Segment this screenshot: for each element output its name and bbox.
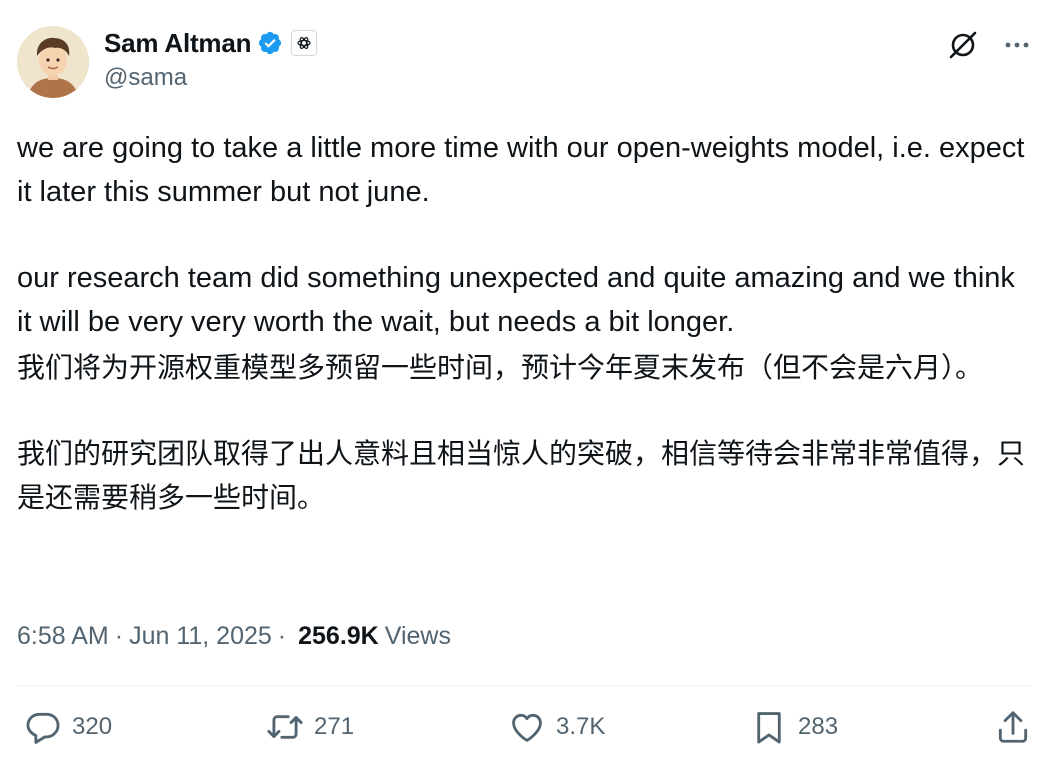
divider xyxy=(17,685,1032,686)
reply-icon xyxy=(26,712,60,744)
avatar-illustration xyxy=(17,26,89,98)
name-row: Sam Altman xyxy=(104,26,318,60)
author-block: Sam Altman @sama xyxy=(104,26,318,92)
tweet-text: we are going to take a little more time … xyxy=(17,126,1029,520)
openai-org-icon[interactable] xyxy=(291,30,318,56)
like-button[interactable]: 3.7K xyxy=(508,708,605,746)
like-count: 3.7K xyxy=(556,713,606,740)
meta-separator: · xyxy=(114,621,124,650)
author-handle[interactable]: @sama xyxy=(104,64,317,92)
tweet-paragraph-zh-2: 我们的研究团队取得了出人意料且相当惊人的突破，相信等待会非常非常值得，只是还需要… xyxy=(17,437,1026,514)
reply-button[interactable]: 320 xyxy=(24,708,112,746)
share-button[interactable] xyxy=(994,708,1032,746)
tweet-paragraph-en-2: our research team did something unexpect… xyxy=(17,262,1023,338)
action-bar: 320 271 3.7K 283 xyxy=(24,704,1032,754)
tweet-time[interactable]: 6:58 AM xyxy=(17,622,109,651)
bookmark-icon xyxy=(757,712,781,744)
views-label: Views xyxy=(384,621,451,650)
share-icon xyxy=(998,711,1028,743)
retweet-count: 271 xyxy=(314,713,355,740)
author-name[interactable]: Sam Altman xyxy=(104,28,252,59)
tweet-paragraph-en-1: we are going to take a little more time … xyxy=(17,132,1033,208)
more-icon[interactable] xyxy=(1002,30,1032,60)
tweet-paragraph-zh-1: 我们将为开源权重模型多预留一些时间，预计今年夏末发布（但不会是六月）。 xyxy=(17,351,984,384)
retweet-icon xyxy=(267,715,303,739)
tweet-meta: 6:58 AM · Jun 11, 2025 · 256.9K Views xyxy=(17,618,451,654)
views-count: 256.9K xyxy=(298,621,379,650)
tweet-date[interactable]: Jun 11, 2025 xyxy=(129,622,272,651)
reply-count: 320 xyxy=(72,713,113,740)
tweet-top-actions xyxy=(946,28,1032,62)
grok-icon[interactable] xyxy=(946,28,980,62)
bookmark-button[interactable]: 283 xyxy=(750,708,838,746)
like-icon xyxy=(512,713,542,742)
bookmark-count: 283 xyxy=(798,713,839,740)
meta-separator: · xyxy=(277,621,287,650)
retweet-button[interactable]: 271 xyxy=(266,708,354,746)
verified-badge-icon[interactable] xyxy=(257,30,283,56)
avatar[interactable] xyxy=(17,26,89,98)
